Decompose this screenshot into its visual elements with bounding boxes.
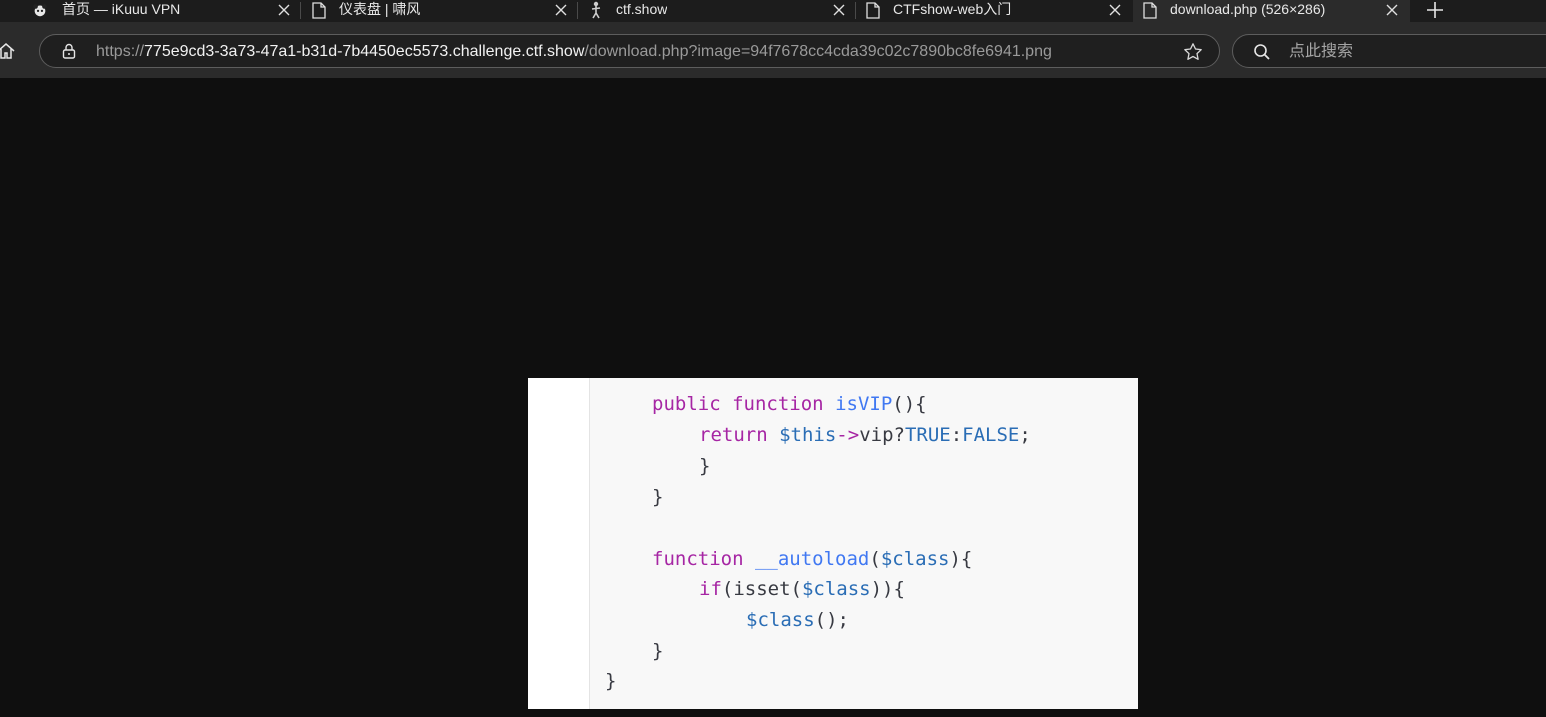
code-keyword: return: [699, 424, 768, 446]
code-line: }: [652, 640, 663, 662]
code-function-name: __autoload: [754, 548, 870, 570]
tab-title: ctf.show: [616, 1, 668, 17]
code-line: public function isVIP(){: [652, 393, 927, 415]
code-keyword: if: [699, 578, 722, 600]
star-icon[interactable]: [1183, 42, 1203, 62]
tab-download[interactable]: download.php (526×286): [1133, 0, 1410, 22]
code-brace: }: [652, 486, 664, 508]
url-path: /download.php?image=94f7678cc4cda39c02c7…: [584, 43, 1052, 60]
browser-toolbar: https://775e9cd3-3a73-47a1-b31d-7b4450ec…: [0, 22, 1546, 78]
page-icon: [311, 1, 327, 19]
home-icon[interactable]: [0, 41, 16, 61]
panda-icon: [32, 1, 48, 19]
close-icon[interactable]: [1106, 0, 1124, 20]
code-brace: }: [605, 670, 617, 692]
code-variable: $class: [746, 609, 815, 631]
close-icon[interactable]: [552, 0, 570, 20]
code-punct: :: [950, 424, 963, 446]
code-punct: ();: [814, 609, 849, 631]
code-line: }: [605, 670, 616, 692]
code-function-name: isVIP: [835, 393, 893, 415]
search-icon: [1253, 43, 1271, 61]
close-icon[interactable]: [830, 0, 848, 20]
url-host: 775e9cd3-3a73-47a1-b31d-7b4450ec5573.cha…: [144, 43, 585, 60]
new-tab-button[interactable]: [1418, 0, 1452, 20]
search-box[interactable]: 点此搜索: [1232, 34, 1546, 68]
code-constant: TRUE: [904, 424, 951, 446]
close-icon[interactable]: [1383, 0, 1401, 20]
code-variable: $class: [801, 578, 871, 600]
code-line: return $this->vip?TRUE:FALSE;: [699, 424, 1031, 446]
address-bar[interactable]: https://775e9cd3-3a73-47a1-b31d-7b4450ec…: [39, 34, 1220, 68]
code-variable: $class: [880, 548, 950, 570]
code-keyword: public: [652, 393, 721, 415]
code-screenshot-image: public function isVIP(){ return $this->v…: [528, 378, 1138, 709]
search-placeholder: 点此搜索: [1289, 43, 1354, 60]
code-property: vip?: [859, 424, 905, 446]
code-keyword: function: [652, 548, 744, 570]
code-keyword: function: [732, 393, 824, 415]
code-line: function __autoload($class){: [652, 548, 972, 570]
code-operator: ->: [836, 424, 860, 446]
tab-title: download.php (526×286): [1170, 1, 1326, 17]
code-punct: )){: [870, 578, 905, 600]
code-variable: $this: [779, 424, 837, 446]
image-viewer: public function isVIP(){ return $this->v…: [0, 78, 1546, 717]
tab-title: 首页 — iKuuu VPN: [62, 1, 181, 17]
code-line: }: [652, 486, 663, 508]
code-constant: FALSE: [962, 424, 1020, 446]
code-punct: ){: [949, 548, 973, 570]
code-punct: (isset(: [721, 578, 802, 600]
code-punct: (: [869, 548, 881, 570]
tab-ctfshow[interactable]: ctf.show: [578, 0, 855, 22]
code-punct: ;: [1019, 424, 1031, 446]
code-punct: (){: [892, 393, 927, 415]
code-brace: }: [652, 640, 664, 662]
tab-dashboard[interactable]: 仪表盘 | 啸风: [301, 0, 577, 22]
code-line: }: [699, 455, 710, 477]
tab-strip: 首页 — iKuuu VPN 仪表盘 | 啸风 ctf.show CTFshow…: [0, 0, 1546, 22]
url-scheme: https://: [96, 43, 145, 60]
tab-ctfshow-web[interactable]: CTFshow-web入门: [856, 0, 1133, 22]
page-icon: [865, 1, 881, 19]
tab-ikuuu[interactable]: 首页 — iKuuu VPN: [0, 0, 300, 22]
url-text[interactable]: https://775e9cd3-3a73-47a1-b31d-7b4450ec…: [96, 43, 1052, 61]
code-brace: }: [699, 455, 711, 477]
code-gutter: [528, 378, 590, 709]
browser-window: 首页 — iKuuu VPN 仪表盘 | 啸风 ctf.show CTFshow…: [0, 0, 1546, 717]
lock-icon[interactable]: [61, 43, 77, 59]
close-icon[interactable]: [275, 0, 293, 20]
tab-title: 仪表盘 | 啸风: [339, 1, 421, 17]
tab-title: CTFshow-web入门: [893, 1, 1012, 17]
figure-icon: [588, 1, 604, 19]
plus-icon: [1427, 2, 1443, 18]
page-icon: [1142, 1, 1158, 19]
code-line: $class();: [746, 609, 849, 631]
code-line: if(isset($class)){: [699, 578, 905, 600]
